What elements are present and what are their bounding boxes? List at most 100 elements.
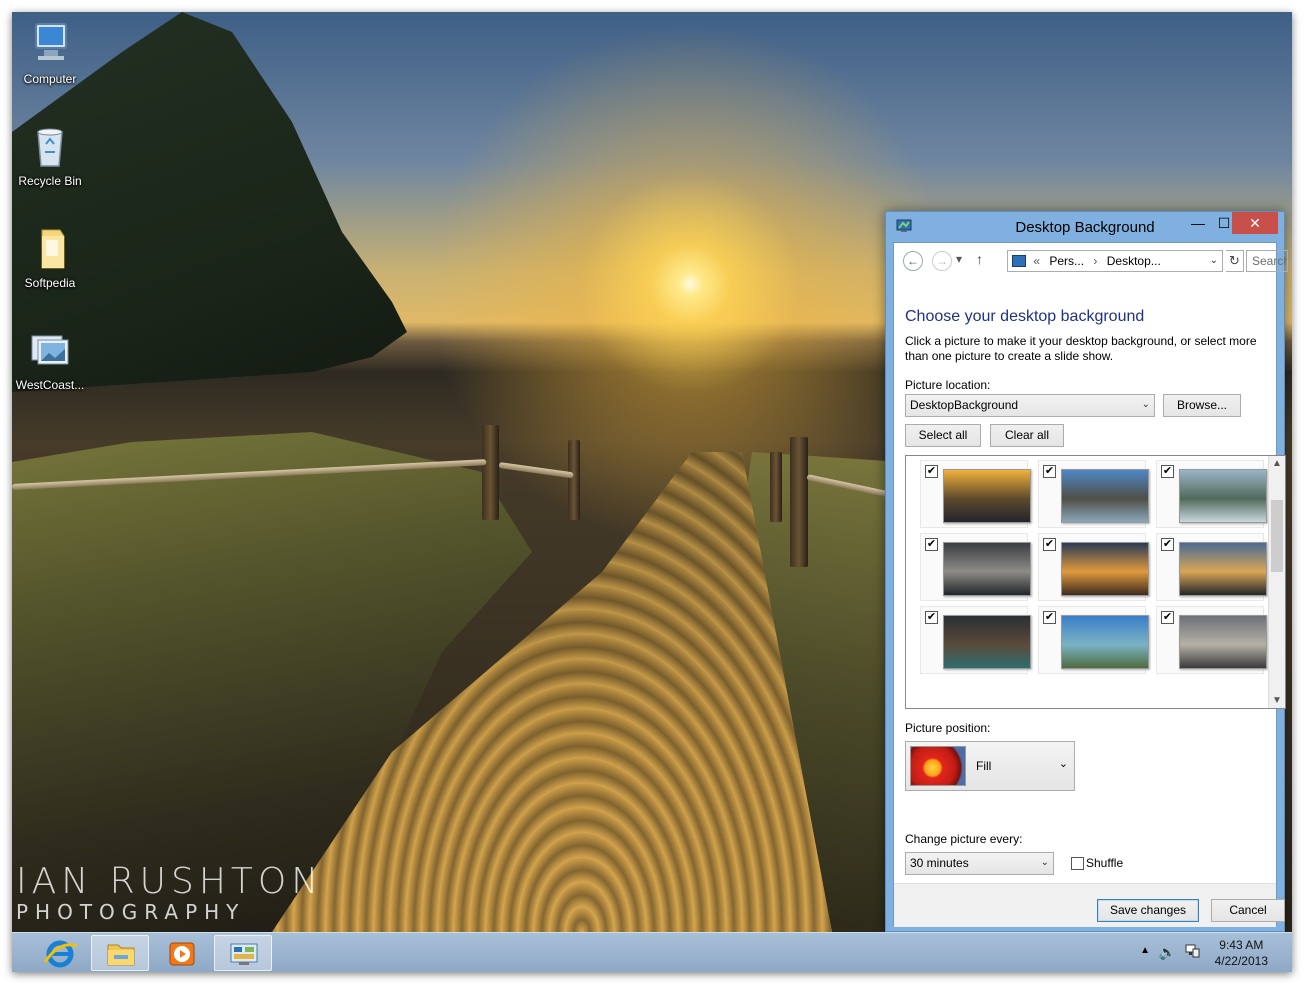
clear-all-button[interactable]: Clear all (990, 424, 1064, 447)
desktop-icon-label: Computer (23, 72, 77, 86)
breadcrumb-separator-icon: › (1093, 254, 1098, 268)
thumbnail-checkbox[interactable]: ✔ (1043, 538, 1056, 551)
taskbar-app-internet-explorer[interactable] (30, 935, 88, 971)
window-titlebar[interactable]: Desktop Background — ☐ ✕ (886, 212, 1284, 242)
address-dropdown-icon[interactable]: ⌄ (1210, 251, 1218, 271)
gallery-scrollbar[interactable]: ▲ ▼ (1268, 456, 1285, 708)
change-picture-interval-select[interactable]: 30 minutes ⌄ (905, 852, 1054, 875)
shuffle-label[interactable]: Shuffle (1086, 856, 1123, 870)
picture-gallery[interactable]: ✔ ✔ ✔ ✔ ✔ ✔ ✔ ✔ ✔ ▲ ▼ (905, 455, 1286, 709)
thumbnail-item[interactable]: ✔ (920, 606, 1031, 674)
watermark-line2: PHOTOGRAPHY (16, 900, 246, 924)
taskbar-app-control-panel[interactable] (214, 935, 272, 971)
taskbar-app-media-player[interactable] (152, 935, 210, 971)
page-description: Click a picture to make it your desktop … (905, 334, 1257, 363)
address-overflow-chevron[interactable]: « (1033, 254, 1040, 268)
thumbnail-item[interactable]: ✔ (1038, 533, 1149, 601)
chevron-down-icon: ⌄ (1040, 857, 1049, 868)
thumbnail-checkbox[interactable]: ✔ (1161, 538, 1174, 551)
scroll-down-icon[interactable]: ▼ (1272, 695, 1282, 706)
close-button[interactable]: ✕ (1232, 212, 1278, 234)
wallpaper-thumbnail-image (1061, 542, 1149, 596)
window-client-area: ← → ▾ ↑ « Pers... › Desktop... ⌄ ↻ Searc… (893, 242, 1288, 927)
thumbnail-item[interactable]: ✔ (1038, 606, 1149, 674)
up-button[interactable]: ↑ (976, 251, 983, 267)
thumbnail-checkbox[interactable]: ✔ (925, 465, 938, 478)
save-changes-button[interactable]: Save changes (1097, 899, 1199, 922)
back-button[interactable]: ← (903, 251, 923, 271)
taskbar-clock[interactable]: 9:43 AM 4/22/2013 (1215, 937, 1268, 969)
wallpaper-thumbnail-image (1179, 469, 1267, 523)
desktop-icon-label: Recycle Bin (18, 174, 82, 188)
select-all-button[interactable]: Select all (905, 424, 981, 447)
thumbnail-item[interactable]: ✔ (920, 460, 1031, 528)
position-preview-image (910, 746, 966, 786)
scroll-thumb[interactable] (1271, 500, 1283, 572)
wallpaper-thumbnail-image (1179, 542, 1267, 596)
clock-time: 9:43 AM (1219, 938, 1264, 952)
thumbnail-item[interactable]: ✔ (920, 533, 1031, 601)
internet-explorer-icon (43, 940, 78, 968)
thumbnail-checkbox[interactable]: ✔ (1161, 465, 1174, 478)
desktop-background-window: Desktop Background — ☐ ✕ ← → ▾ ↑ « Pers.… (885, 211, 1288, 932)
watermark-line1: IAN RUSHTON (16, 861, 324, 902)
forward-button[interactable]: → (932, 251, 952, 271)
file-explorer-icon (107, 944, 135, 966)
thumbnail-checkbox[interactable]: ✔ (925, 611, 938, 624)
picture-position-value: Fill (976, 759, 992, 773)
shuffle-checkbox[interactable] (1071, 857, 1084, 870)
recent-locations-button[interactable]: ▾ (956, 252, 962, 266)
desktop-icon-computer[interactable]: Computer (12, 20, 88, 86)
thumbnail-item[interactable]: ✔ (1156, 533, 1267, 601)
thumbnail-item[interactable]: ✔ (1156, 606, 1267, 674)
chevron-down-icon: ⌄ (1058, 758, 1068, 770)
thumbnail-checkbox[interactable]: ✔ (1043, 465, 1056, 478)
thumbnail-item[interactable]: ✔ (1038, 460, 1149, 528)
desktop-icon-softpedia[interactable]: Softpedia (12, 224, 88, 290)
address-bar[interactable]: « Pers... › Desktop... ⌄ (1007, 250, 1223, 272)
folder-icon (26, 224, 74, 272)
breadcrumb-personalization[interactable]: Pers... (1049, 254, 1084, 268)
change-picture-label: Change picture every: (905, 832, 1023, 846)
wallpaper-thumbnail-image (1061, 469, 1149, 523)
picture-location-label: Picture location: (905, 378, 991, 392)
picture-location-select[interactable]: DesktopBackground ⌄ (905, 394, 1155, 417)
wallpaper-thumbnail-image (1061, 615, 1149, 669)
computer-icon (26, 20, 74, 68)
picture-location-value: DesktopBackground (910, 398, 1019, 412)
breadcrumb-desktop-background[interactable]: Desktop... (1107, 254, 1161, 268)
wallpaper-thumbnail-image (1179, 615, 1267, 669)
thumbnail-item[interactable]: ✔ (1156, 460, 1267, 528)
picture-position-select[interactable]: Fill ⌄ (905, 741, 1075, 791)
thumbnail-checkbox[interactable]: ✔ (1043, 611, 1056, 624)
fence-post (568, 440, 580, 520)
wallpaper-thumbnail-image (943, 542, 1031, 596)
change-picture-interval-value: 30 minutes (910, 856, 969, 870)
network-icon[interactable] (1184, 943, 1200, 972)
scroll-up-icon[interactable]: ▲ (1272, 458, 1282, 469)
thumbnail-checkbox[interactable]: ✔ (925, 538, 938, 551)
page-title: Choose your desktop background (905, 308, 1145, 325)
chevron-down-icon: ⌄ (1141, 399, 1150, 410)
fence-rope (498, 462, 574, 479)
browse-button[interactable]: Browse... (1163, 394, 1241, 417)
volume-icon[interactable]: 🔈 (1159, 944, 1176, 972)
desktop-icon-label: Softpedia (24, 276, 76, 290)
fence-post (482, 425, 499, 520)
control-panel-icon (230, 943, 258, 965)
search-input[interactable]: Search (1246, 250, 1288, 272)
desktop-icon-recycle-bin[interactable]: Recycle Bin (12, 122, 88, 188)
desktop-screen: IAN RUSHTON PHOTOGRAPHY Computer Recycle… (12, 12, 1292, 972)
clock-date: 4/22/2013 (1214, 954, 1268, 968)
taskbar-app-file-explorer[interactable] (91, 935, 149, 971)
picture-position-label: Picture position: (905, 721, 991, 735)
wallpaper-thumbnail-image (943, 615, 1031, 669)
thumbnail-checkbox[interactable]: ✔ (1161, 611, 1174, 624)
desktop-icon-westcoast[interactable]: WestCoast... (12, 326, 88, 392)
recycle-bin-icon (26, 122, 74, 170)
minimize-button[interactable]: — (1184, 212, 1212, 234)
cancel-button[interactable]: Cancel (1211, 899, 1285, 922)
refresh-button[interactable]: ↻ (1226, 250, 1244, 272)
show-hidden-icons-icon[interactable]: ▲ (1140, 945, 1150, 972)
media-player-icon (169, 942, 195, 966)
